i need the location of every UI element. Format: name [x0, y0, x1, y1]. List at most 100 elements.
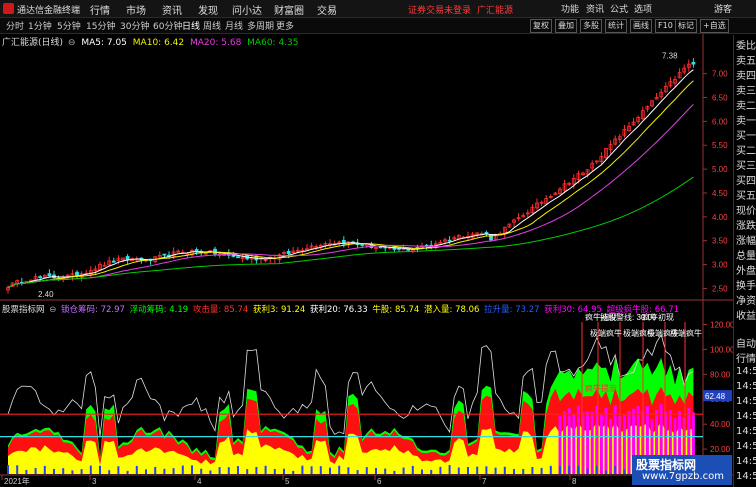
- indicator-blue-bar: [503, 466, 506, 474]
- indicator-blue-bar: [329, 467, 331, 474]
- indicator-magenta-bar: [576, 405, 580, 474]
- indicator-blue-bar: [568, 466, 571, 474]
- sidebar-item-buy2[interactable]: 买二: [736, 142, 756, 157]
- candle-body: [489, 234, 493, 241]
- indicator-blue-bar: [365, 467, 368, 474]
- indicator-blue-bar: [273, 469, 276, 474]
- tick-time: 14:50: [736, 366, 756, 377]
- sidebar-item-auto[interactable]: 自动: [736, 335, 756, 350]
- indicator-tick-label: 100.00: [710, 345, 735, 354]
- sidebar-item-quote[interactable]: 行情: [736, 350, 756, 365]
- sidebar-item-pct[interactable]: 涨幅: [736, 232, 756, 247]
- indicator-annotation: 极端疯牛: [590, 328, 622, 338]
- indicator-blue-bar: [62, 468, 65, 474]
- sidebar-item-weibi[interactable]: 委比: [736, 37, 756, 52]
- indicator-blue-bar: [108, 470, 111, 474]
- candle-body: [38, 276, 43, 279]
- indicator-settings-icon[interactable]: ⊖: [49, 305, 56, 315]
- date-label: 2021年: [4, 476, 30, 486]
- sidebar-item-outer[interactable]: 外盘: [736, 262, 756, 277]
- indicator-blue-bar: [439, 466, 442, 474]
- indicator-blue-bar: [531, 466, 534, 474]
- sidebar-item-turnover[interactable]: 换手: [736, 277, 756, 292]
- chart-canvas[interactable]: 7.00 6.50 6.00 5.50 5.00 4.50 4.00 3.50 3.00 2.50…: [0, 0, 756, 487]
- indicator-blue-bar: [402, 467, 405, 474]
- ma10-label: MA10: 6.42: [132, 38, 185, 48]
- sidebar-item-sell5[interactable]: 卖五: [736, 52, 756, 67]
- candle-body: [102, 264, 107, 267]
- sidebar-item-sell1[interactable]: 卖一: [736, 112, 756, 127]
- candle-body: [47, 273, 52, 277]
- candle-body: [75, 271, 79, 277]
- indicator-magenta-bar: [558, 415, 562, 474]
- sidebar-item-buy3[interactable]: 买三: [736, 157, 756, 172]
- indicator-tick-label: 20.00: [710, 445, 731, 454]
- indicator-blue-bar: [494, 467, 497, 474]
- candle-body: [111, 260, 116, 263]
- price-tick-label: 5.50: [712, 141, 728, 150]
- indicator-blue-bar: [172, 468, 175, 474]
- date-label: 7: [482, 477, 487, 486]
- indicator-blue-bar: [411, 465, 414, 474]
- indicator-blue-bar: [34, 468, 37, 474]
- indicator-value-1: 锁仓筹码: 72.97: [61, 305, 125, 315]
- indicator-value-3: 攻击量: 85.74: [192, 305, 249, 315]
- indicator-blue-bar: [623, 469, 626, 474]
- indicator-value-5: 获利20: 76.33: [309, 305, 368, 315]
- indicator-blue-bar: [117, 466, 120, 474]
- price-tick-label: 4.50: [712, 189, 728, 198]
- indicator-tick-label: 80.00: [710, 370, 731, 379]
- sidebar-item-buy1[interactable]: 买一: [736, 127, 756, 142]
- indicator-blue-bar: [485, 466, 488, 474]
- ma10-line: [7, 80, 694, 289]
- candle-body: [162, 253, 167, 256]
- indicator-blue-bar: [384, 468, 387, 474]
- date-label: 6: [377, 477, 382, 486]
- indicator-magenta-bar: [586, 411, 590, 474]
- indicator-blue-bar: [246, 469, 249, 474]
- indicator-value-6: 牛股: 85.74: [372, 305, 420, 315]
- indicator-blue-bar: [292, 470, 295, 474]
- sidebar-item-price[interactable]: 现价: [736, 202, 756, 217]
- indicator-blue-bar: [467, 467, 469, 474]
- indicator-blue-bar: [586, 468, 589, 474]
- candle-body: [236, 256, 240, 259]
- sidebar-item-sell3[interactable]: 卖三: [736, 82, 756, 97]
- price-tick-label: 5.00: [712, 165, 728, 174]
- indicator-magenta-bar: [567, 408, 571, 474]
- indicator-magenta-bar: [572, 414, 576, 474]
- sidebar-item-buy5[interactable]: 买五: [736, 187, 756, 202]
- sidebar-item-volume[interactable]: 总量: [736, 247, 756, 262]
- indicator-blue-bar: [218, 467, 221, 474]
- sidebar-item-buy4[interactable]: 买四: [736, 172, 756, 187]
- price-tick-label: 6.50: [712, 94, 728, 103]
- high-price-label: 7.38: [662, 52, 678, 61]
- tick-time: 14:50: [736, 471, 756, 482]
- indicator-blue-bar: [347, 467, 350, 474]
- indicator-blue-bar: [540, 467, 543, 474]
- indicator-value-2: 浮动筹码: 4.19: [129, 305, 189, 315]
- indicator-magenta-bar: [599, 413, 603, 474]
- indicator-value-10: 超级疯牛股: 66.71: [606, 305, 680, 315]
- indicator-value-4: 获利3: 91.24: [252, 305, 306, 315]
- sidebar-item-netasset[interactable]: 净资: [736, 292, 756, 307]
- candle-body: [194, 249, 199, 252]
- indicator-blue-bar: [145, 469, 147, 474]
- indicator-blue-bar: [513, 469, 515, 474]
- indicator-blue-bar: [375, 468, 377, 474]
- indicator-annotation: 疯牛提示: [585, 383, 617, 393]
- sidebar-item-earnings[interactable]: 收益: [736, 307, 756, 322]
- indicator-blue-bar: [237, 466, 239, 474]
- indicator-magenta-bar: [590, 411, 594, 474]
- indicator-blue-bar: [319, 466, 322, 474]
- sidebar-item-sell2[interactable]: 卖二: [736, 97, 756, 112]
- indicator-blue-bar: [356, 470, 359, 474]
- date-label: 4: [197, 477, 202, 486]
- indicator-blue-bar: [154, 466, 157, 474]
- date-label: 3: [92, 477, 97, 486]
- settings-icon[interactable]: ⊖: [68, 38, 76, 48]
- sidebar-item-sell4[interactable]: 卖四: [736, 67, 756, 82]
- sidebar-item-change[interactable]: 涨跌: [736, 217, 756, 232]
- indicator-blue-bar: [25, 469, 28, 474]
- indicator-blue-bar: [310, 466, 313, 474]
